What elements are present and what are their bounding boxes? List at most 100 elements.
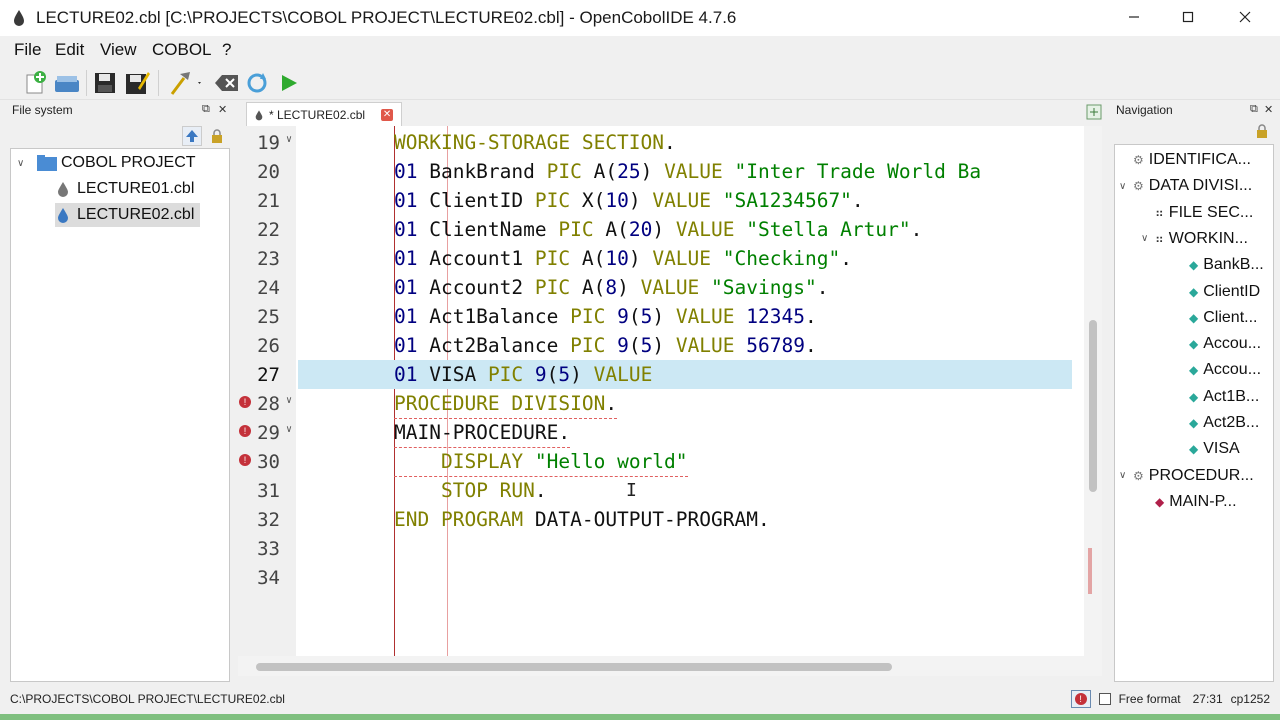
code-token: A( xyxy=(581,160,618,183)
tab-lecture02[interactable]: * LECTURE02.cbl ✕ xyxy=(246,102,403,126)
code-token: VISA xyxy=(417,363,488,386)
fold-chevron-icon[interactable]: ∨ xyxy=(286,424,292,435)
nav-item[interactable]: ∨ ⠶ WORKIN... xyxy=(1141,226,1248,252)
horizontal-scroll-thumb[interactable] xyxy=(256,663,892,671)
fold-chevron-icon[interactable]: ∨ xyxy=(286,395,292,406)
maximize-button[interactable] xyxy=(1160,0,1216,34)
code-text-area[interactable]: WORKING-STORAGE SECTION. 01 BankBrand PIC… xyxy=(298,126,1072,656)
error-icon[interactable]: ! xyxy=(239,396,251,408)
code-token: ) xyxy=(652,334,676,357)
line-number-text: 34 xyxy=(257,567,280,589)
error-icon[interactable]: ! xyxy=(239,425,251,437)
file-item-selected[interactable]: LECTURE02.cbl xyxy=(55,203,201,227)
nav-item[interactable]: ◆ Act2B... xyxy=(1163,410,1259,436)
code-token: Account2 xyxy=(417,276,535,299)
file-item[interactable]: LECTURE01.cbl xyxy=(57,177,194,201)
fold-chevron-icon[interactable]: ∨ xyxy=(286,134,292,145)
chevron-down-icon[interactable]: ∨ xyxy=(1141,233,1155,244)
menu-edit[interactable]: Edit xyxy=(55,40,84,60)
code-line[interactable]: 01 Act1Balance PIC 9(5) VALUE 12345. xyxy=(298,302,1072,331)
code-line[interactable]: DISPLAY "Hello world" xyxy=(298,447,1072,477)
code-line[interactable] xyxy=(298,563,1072,592)
menu-cobol[interactable]: COBOL xyxy=(152,40,212,60)
lock-button[interactable] xyxy=(208,126,226,146)
nav-item[interactable]: ⠶ FILE SEC... xyxy=(1141,200,1253,226)
nav-item[interactable]: ∨ ⚙ DATA DIVISI... xyxy=(1119,173,1252,199)
float-button[interactable]: ⧉ xyxy=(202,103,210,116)
run-button[interactable] xyxy=(274,68,304,98)
code-token: PIC xyxy=(534,189,571,212)
status-file-path: C:\PROJECTS\COBOL PROJECT\LECTURE02.cbl xyxy=(10,692,285,706)
code-token: 01 xyxy=(394,189,418,212)
tab-label: * LECTURE02.cbl xyxy=(269,107,366,122)
code-token: ClientName xyxy=(417,218,559,241)
new-file-button[interactable] xyxy=(20,68,50,98)
code-line[interactable]: 01 BankBrand PIC A(25) VALUE "Inter Trad… xyxy=(298,157,1072,186)
code-token: . xyxy=(804,334,817,357)
vertical-scrollbar[interactable] xyxy=(1084,126,1102,656)
lock-button[interactable] xyxy=(1256,124,1272,142)
outline-toggle-button[interactable] xyxy=(1086,104,1102,122)
close-panel-button[interactable]: ✕ xyxy=(218,103,227,116)
close-icon xyxy=(1239,11,1251,23)
code-line[interactable]: MAIN-PROCEDURE. xyxy=(298,418,1072,448)
code-line[interactable]: 01 ClientID PIC X(10) VALUE "SA1234567". xyxy=(298,186,1072,215)
nav-item[interactable]: ◆ Act1B... xyxy=(1163,384,1259,410)
menu-view[interactable]: View xyxy=(100,40,137,60)
save-as-button[interactable] xyxy=(122,68,152,98)
float-button[interactable]: ⧉ xyxy=(1250,103,1258,116)
code-line[interactable]: WORKING-STORAGE SECTION. xyxy=(298,128,1072,157)
line-number: 26 xyxy=(238,331,296,360)
close-tab-icon[interactable]: ✕ xyxy=(381,108,394,121)
code-token: A( xyxy=(570,276,606,299)
open-button[interactable] xyxy=(52,68,82,98)
nav-item[interactable]: ∨ ⚙ PROCEDUR... xyxy=(1119,463,1254,489)
minimize-button[interactable] xyxy=(1106,0,1162,34)
code-line[interactable]: 01 Account2 PIC A(8) VALUE "Savings". xyxy=(298,273,1072,302)
code-line[interactable]: STOP RUN. xyxy=(298,476,1072,505)
rebuild-button[interactable] xyxy=(242,68,272,98)
code-line[interactable]: END PROGRAM DATA-OUTPUT-PROGRAM. xyxy=(298,505,1072,534)
status-right: ! Free format 27:31 cp1252 xyxy=(1070,690,1270,708)
current-code-line[interactable]: 01 VISA PIC 9(5) VALUE xyxy=(298,360,1072,389)
line-number-text: 24 xyxy=(257,277,280,299)
horizontal-scrollbar[interactable] xyxy=(238,656,1102,676)
nav-item[interactable]: ◆ BankB... xyxy=(1163,252,1264,278)
go-up-button[interactable] xyxy=(182,126,202,146)
code-token: END PROGRAM xyxy=(394,508,524,531)
code-editor[interactable]: 19 ∨ 20 21 22 23 24 25 26 27 28 ∨! 29 ∨! 30! 31 32 33 34 W… xyxy=(238,126,1102,656)
app-icon xyxy=(14,10,24,26)
tree-root[interactable]: ∨ COBOL PROJECT xyxy=(17,151,196,175)
code-token: PIC xyxy=(570,305,606,328)
vertical-scroll-thumb[interactable] xyxy=(1089,320,1097,492)
menu-file[interactable]: File xyxy=(14,40,41,60)
nav-item[interactable]: ◆ ClientID xyxy=(1163,279,1260,305)
free-format-checkbox[interactable] xyxy=(1098,693,1111,705)
nav-item-label: Accou... xyxy=(1203,361,1262,379)
chevron-down-icon[interactable]: ∨ xyxy=(1119,181,1133,192)
code-line[interactable] xyxy=(298,534,1072,563)
code-line[interactable]: 01 Account1 PIC A(10) VALUE "Checking". xyxy=(298,244,1072,273)
nav-item[interactable]: ◆ MAIN-P... xyxy=(1141,489,1237,515)
code-line[interactable]: PROCEDURE DIVISION. xyxy=(298,389,1072,419)
nav-item[interactable]: ◆ Client... xyxy=(1163,305,1257,331)
nav-item[interactable]: ◆ VISA xyxy=(1163,436,1240,462)
chevron-down-icon[interactable]: ∨ xyxy=(1119,470,1133,481)
code-line[interactable]: 01 ClientName PIC A(20) VALUE "Stella Ar… xyxy=(298,215,1072,244)
code-line[interactable]: 01 Act2Balance PIC 9(5) VALUE 56789. xyxy=(298,331,1072,360)
nav-item[interactable]: ⚙ IDENTIFICA... xyxy=(1119,147,1251,173)
nav-item[interactable]: ◆ Accou... xyxy=(1163,357,1261,383)
nav-item[interactable]: ◆ Accou... xyxy=(1163,331,1261,357)
close-button[interactable] xyxy=(1217,0,1273,34)
code-token: "Savings" xyxy=(711,276,817,299)
code-text: END PROGRAM DATA-OUTPUT-PROGRAM. xyxy=(394,505,770,534)
code-token: VALUE xyxy=(593,363,653,386)
error-status-icon[interactable]: ! xyxy=(1070,690,1091,708)
error-icon[interactable]: ! xyxy=(239,454,251,466)
close-panel-button[interactable]: ✕ xyxy=(1264,103,1273,116)
menu-help[interactable]: ? xyxy=(222,40,231,60)
compile-button[interactable] xyxy=(166,68,206,98)
clean-button[interactable] xyxy=(212,68,242,98)
save-button[interactable] xyxy=(90,68,120,98)
line-number: 19 ∨ xyxy=(238,128,296,157)
